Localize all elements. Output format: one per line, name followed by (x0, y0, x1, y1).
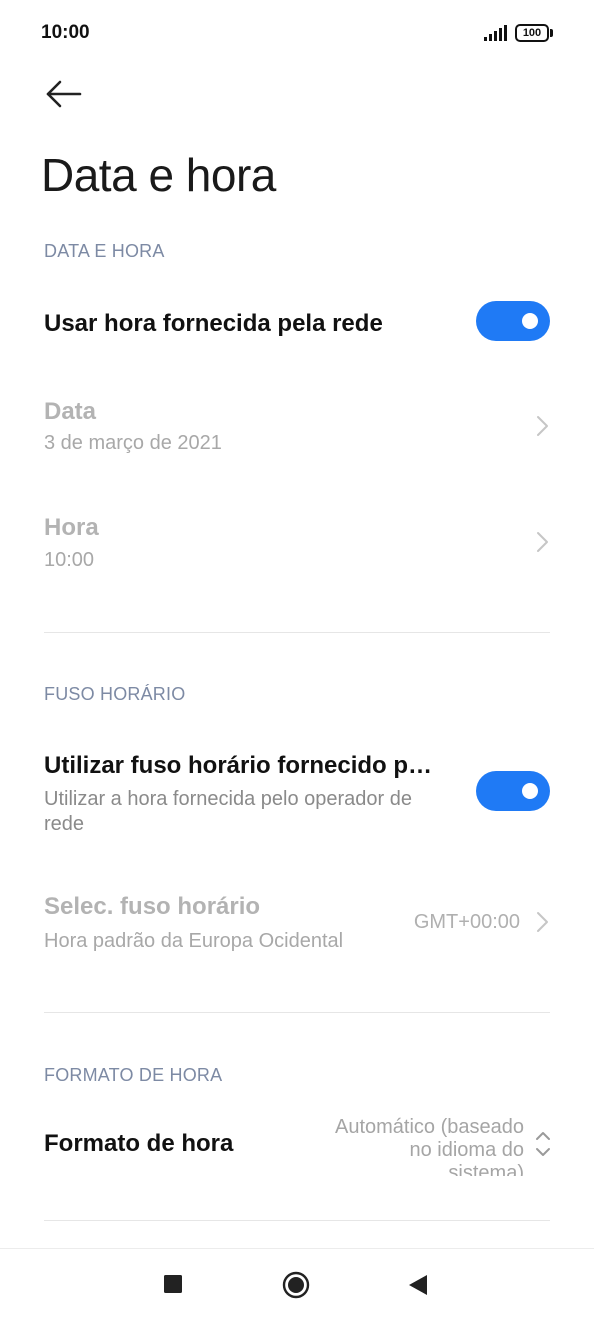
toggle-knob (522, 783, 538, 799)
page-title: Data e hora (41, 149, 276, 201)
network-time-row[interactable]: Usar hora fornecida pela rede (0, 290, 594, 356)
status-bar: 10:00 100 (0, 0, 594, 66)
time-format-value-3: sistema) (448, 1162, 524, 1176)
date-value: 3 de março de 2021 (44, 432, 222, 454)
time-row[interactable]: Hora 10:00 (0, 502, 594, 586)
signal-icon (484, 25, 507, 41)
triangle-back-icon[interactable] (408, 1274, 428, 1296)
section-header-time-format: FORMATO DE HORA (44, 1065, 223, 1085)
time-value: 10:00 (44, 549, 95, 571)
select-timezone-subtitle: Hora padrão da Europa Ocidental (44, 930, 344, 952)
network-timezone-row[interactable]: Utilizar fuso horário fornecido p… Utili… (0, 740, 594, 844)
status-time: 10:00 (41, 22, 90, 43)
section-header-timezone: FUSO HORÁRIO (44, 684, 186, 704)
select-timezone-label: Selec. fuso horário (44, 893, 261, 920)
select-timezone-row[interactable]: Selec. fuso horário Hora padrão da Europ… (0, 884, 594, 968)
time-format-value: Automático (baseado no idioma do sistema… (335, 1116, 524, 1176)
section-header-date-time: DATA E HORA (44, 241, 165, 261)
chevron-right-icon (537, 532, 548, 552)
network-time-toggle[interactable] (476, 301, 550, 341)
chevron-right-icon (537, 416, 548, 436)
battery-level: 100 (522, 27, 542, 39)
network-time-label: Usar hora fornecida pela rede (44, 310, 383, 337)
network-timezone-subtitle-1: Utilizar a hora fornecida pelo operador … (44, 788, 412, 810)
time-format-value-2: no idioma do (409, 1139, 524, 1161)
circle-home-icon[interactable] (282, 1271, 310, 1299)
date-row[interactable]: Data 3 de março de 2021 (0, 386, 594, 470)
date-label: Data (44, 398, 97, 425)
back-button[interactable] (40, 74, 86, 114)
square-recents-icon[interactable] (163, 1274, 183, 1294)
battery-icon: 100 (515, 24, 553, 42)
time-format-label: Formato de hora (44, 1130, 234, 1157)
chevron-right-icon (537, 912, 548, 932)
time-format-value-1: Automático (baseado (334, 1116, 524, 1138)
divider (44, 632, 550, 633)
network-timezone-label: Utilizar fuso horário fornecido p… (44, 752, 433, 779)
network-timezone-subtitle-2: rede (44, 813, 85, 835)
network-timezone-toggle[interactable] (476, 771, 550, 811)
divider (44, 1012, 550, 1013)
select-timezone-value: GMT+00:00 (413, 911, 520, 933)
time-format-row[interactable]: Formato de hora Automático (baseado no i… (0, 1112, 594, 1176)
time-label: Hora (44, 514, 99, 541)
navigation-bar (0, 1248, 594, 1320)
arrow-left-icon (46, 80, 82, 108)
toggle-knob (522, 313, 538, 329)
divider (44, 1220, 550, 1221)
chevron-up-down-icon (536, 1132, 550, 1156)
